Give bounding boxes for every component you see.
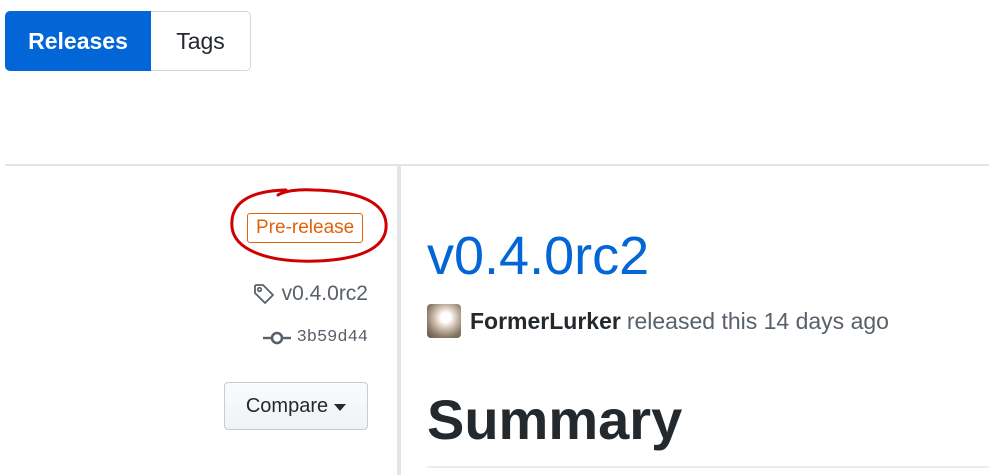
prerelease-annotation: Pre-release [226,187,390,267]
releases-tags-subnav: Releases Tags [5,11,251,71]
compare-button[interactable]: Compare [224,382,368,430]
release-title-link[interactable]: v0.4.0rc2 [427,224,649,288]
compare-label: Compare [245,394,329,417]
heading-underline [427,466,989,468]
author-link[interactable]: FormerLurker [470,308,621,335]
caret-down-icon [334,403,347,411]
prerelease-badge: Pre-release [247,213,364,243]
commit-sha: 3b59d44 [296,328,368,347]
tab-tags[interactable]: Tags [151,11,251,71]
release-sidebar: Pre-release v0.4.0rc2 3b59d44 Compare [0,166,397,475]
user-avatar[interactable] [427,304,461,338]
tab-releases[interactable]: Releases [5,11,151,71]
release-meta: FormerLurker released this 14 days ago [427,304,889,338]
git-commit-icon [262,331,291,345]
timeline-divider [397,166,401,475]
summary-heading: Summary [427,388,683,451]
tag-icon [252,282,276,306]
release-tag[interactable]: v0.4.0rc2 [252,282,368,306]
tag-label: v0.4.0rc2 [281,282,368,305]
released-text: released this 14 days ago [626,307,889,334]
release-commit[interactable]: 3b59d44 [262,328,368,347]
